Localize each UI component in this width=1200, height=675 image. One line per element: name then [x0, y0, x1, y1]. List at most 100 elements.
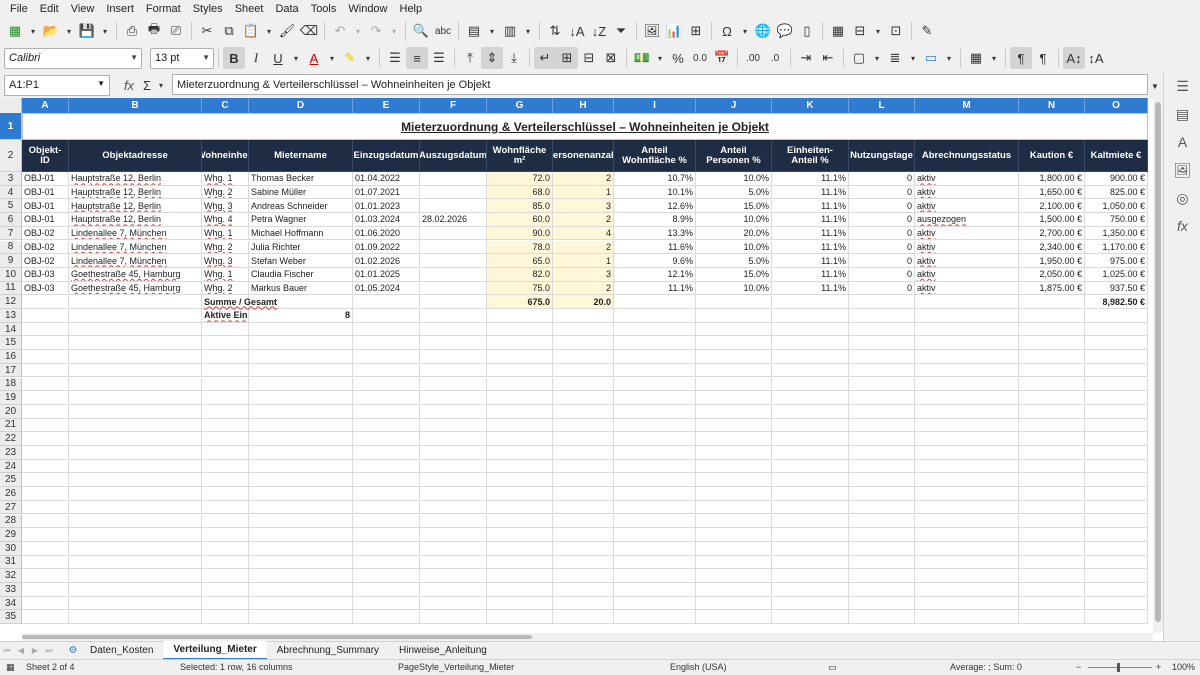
empty-cell[interactable] [772, 363, 849, 378]
empty-cell[interactable] [249, 528, 353, 542]
empty-cell[interactable] [696, 528, 772, 542]
empty-cell[interactable] [202, 404, 249, 419]
empty-cell[interactable] [553, 336, 614, 351]
empty-cell[interactable] [772, 391, 849, 405]
table-cell[interactable]: 01.07.2021 [353, 185, 420, 200]
empty-cell[interactable] [1085, 473, 1148, 488]
table-cell[interactable]: 15.0% [696, 199, 772, 214]
cut-icon[interactable]: ✂ [196, 20, 218, 42]
empty-cell[interactable] [22, 541, 69, 556]
empty-cell[interactable] [487, 610, 553, 625]
underline-icon[interactable]: U [267, 47, 289, 69]
column-title[interactable]: Personenanzahl [553, 140, 614, 172]
empty-cell[interactable] [22, 583, 69, 597]
italic-icon[interactable]: I [245, 47, 267, 69]
empty-cell[interactable] [420, 404, 487, 419]
table-cell[interactable]: Summe / Gesamt [202, 295, 277, 309]
empty-cell[interactable] [1085, 610, 1148, 625]
table-cell[interactable]: 72.0 [487, 172, 553, 186]
menu-insert[interactable]: Insert [100, 0, 140, 18]
empty-cell[interactable] [353, 432, 420, 446]
horizontal-scroll-thumb[interactable] [22, 635, 532, 639]
empty-cell[interactable] [249, 432, 353, 446]
empty-cell[interactable] [614, 446, 696, 460]
merge-center-icon[interactable]: ⊞ [556, 47, 578, 69]
empty-cell[interactable] [772, 404, 849, 419]
properties-icon[interactable]: ▤ [1164, 100, 1200, 128]
empty-cell[interactable] [69, 514, 202, 529]
row-header[interactable]: 23 [0, 446, 22, 460]
add-decimal-icon[interactable]: .00 [742, 47, 764, 69]
empty-cell[interactable] [915, 377, 1019, 392]
empty-cell[interactable] [249, 363, 353, 378]
conditional-format-dropdown-icon[interactable]: ▾ [987, 47, 1001, 69]
empty-cell[interactable] [772, 418, 849, 433]
empty-cell[interactable] [202, 596, 249, 611]
language[interactable]: English (USA) [670, 662, 727, 672]
empty-cell[interactable] [553, 541, 614, 556]
empty-cell[interactable] [69, 459, 202, 474]
new-document-icon[interactable]: ▦ [4, 20, 26, 42]
redo-icon[interactable]: ↷ [365, 20, 387, 42]
empty-cell[interactable] [772, 514, 849, 529]
table-cell[interactable]: 15.0% [696, 267, 772, 282]
row-header[interactable]: 15 [0, 336, 22, 351]
empty-cell[interactable] [22, 610, 69, 625]
empty-cell[interactable] [249, 569, 353, 583]
empty-cell[interactable] [614, 322, 696, 337]
table-cell[interactable]: 01.09.2022 [353, 240, 420, 255]
column-title[interactable]: Anteil Wohnfläche % [614, 140, 696, 172]
table-cell[interactable]: OBJ-03 [22, 267, 69, 282]
new-dropdown-icon[interactable]: ▾ [26, 20, 40, 42]
empty-cell[interactable] [1019, 363, 1085, 378]
row-header[interactable]: 24 [0, 459, 22, 474]
highlight-color-icon[interactable]: ✎ [339, 47, 361, 69]
borders-icon[interactable]: ▢ [848, 47, 870, 69]
empty-cell[interactable] [614, 555, 696, 570]
functions-icon[interactable]: fx [1164, 212, 1200, 240]
empty-cell[interactable] [849, 350, 915, 364]
empty-cell[interactable] [696, 391, 772, 405]
table-cell[interactable]: 28.02.2026 [420, 213, 487, 227]
empty-cell[interactable] [614, 432, 696, 446]
row-dropdown-icon[interactable]: ▾ [485, 20, 499, 42]
empty-cell[interactable] [1019, 569, 1085, 583]
empty-cell[interactable] [22, 336, 69, 351]
table-cell[interactable]: 01.01.2025 [353, 267, 420, 282]
merge-cells-icon[interactable]: ⊠ [600, 47, 622, 69]
column-icon[interactable]: ▥ [499, 20, 521, 42]
zoom-slider-handle[interactable] [1117, 663, 1120, 672]
table-cell[interactable]: 10.1% [614, 185, 696, 200]
left-to-right-icon[interactable]: ¶ [1010, 47, 1032, 69]
table-cell[interactable]: 60.0 [487, 213, 553, 227]
empty-cell[interactable] [487, 336, 553, 351]
empty-cell[interactable] [420, 555, 487, 570]
table-cell[interactable]: 8 [249, 309, 353, 323]
table-cell[interactable]: 8.9% [614, 213, 696, 227]
empty-cell[interactable] [772, 473, 849, 488]
currency-icon[interactable]: 💵 [631, 47, 653, 69]
selection-mode-icon[interactable]: ▭ [828, 662, 837, 673]
sheet-tab[interactable]: Abrechnung_Summary [267, 642, 389, 659]
empty-cell[interactable] [249, 555, 353, 570]
empty-cell[interactable] [249, 336, 353, 351]
empty-cell[interactable] [69, 377, 202, 392]
empty-cell[interactable] [487, 377, 553, 392]
vertical-text-icon[interactable]: ↕A [1085, 47, 1107, 69]
table-cell[interactable]: Whg. 1 [202, 267, 249, 282]
empty-cell[interactable] [202, 391, 249, 405]
empty-cell[interactable] [69, 322, 202, 337]
empty-cell[interactable] [420, 446, 487, 460]
table-cell[interactable]: 1,650.00 € [1019, 185, 1085, 200]
table-cell[interactable]: 3 [553, 267, 614, 282]
table-cell[interactable]: Whg. 3 [202, 254, 249, 268]
empty-cell[interactable] [202, 541, 249, 556]
table-cell[interactable]: 01.02.2026 [353, 254, 420, 268]
empty-cell[interactable] [553, 363, 614, 378]
column-dropdown-icon[interactable]: ▾ [521, 20, 535, 42]
row-header[interactable]: 31 [0, 555, 22, 570]
sheet-tab[interactable]: Verteilung_Mieter [163, 641, 267, 660]
row-header[interactable]: 33 [0, 583, 22, 597]
spreadsheet-grid[interactable]: A B C D E F G H I J K L M N O 1 2 3 4 5 6 7 8 9 10 11 12 13 14 15 16 17… [0, 98, 1153, 633]
empty-cell[interactable] [915, 583, 1019, 597]
